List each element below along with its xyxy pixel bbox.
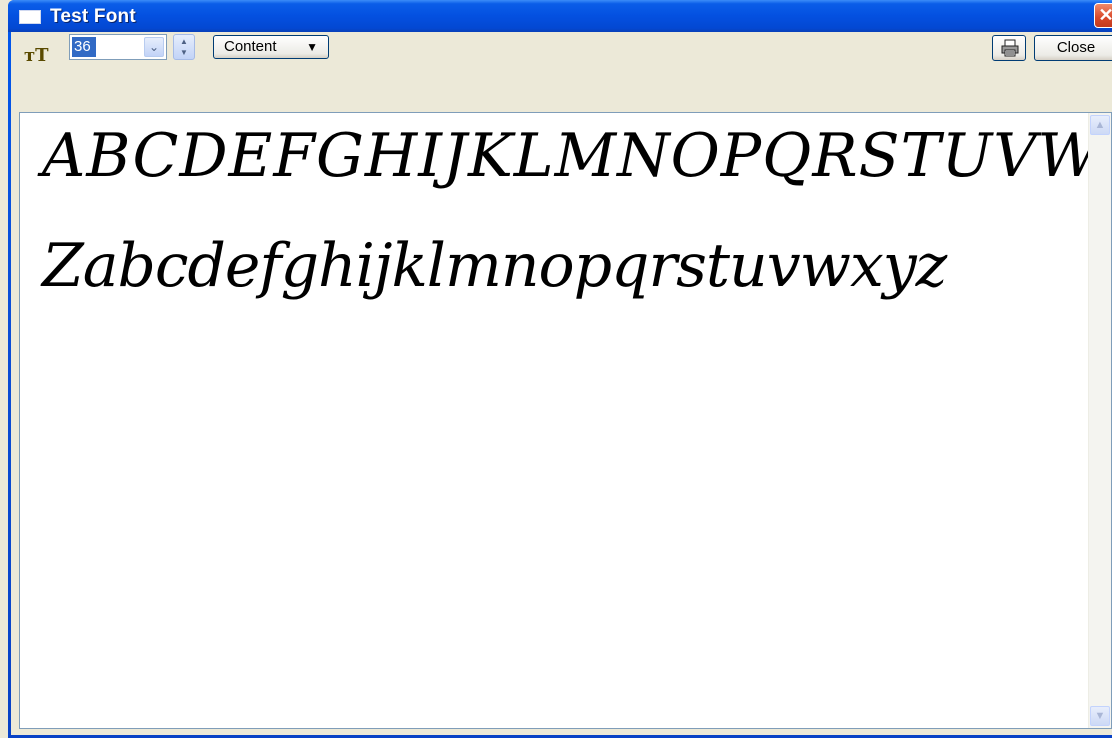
- content-label: Content: [224, 38, 277, 55]
- window-title: Test Font: [50, 6, 136, 27]
- font-size-combo[interactable]: 36 ⌄: [69, 34, 167, 60]
- scroll-up-icon[interactable]: ▲: [1090, 115, 1110, 135]
- sample-lowercase-line: Zabcdefghijklmnopqrstuvwxyz: [42, 231, 947, 301]
- dialog-client: ᴛT 36 ⌄ ▲ ▼ Content ▼ Close ABCDEFGHIJKL…: [11, 32, 1112, 735]
- toolbar: ᴛT 36 ⌄ ▲ ▼ Content ▼ Close: [11, 32, 1112, 78]
- font-size-spinner[interactable]: ▲ ▼: [173, 34, 195, 60]
- print-button[interactable]: [992, 35, 1026, 61]
- sample-uppercase-line: ABCDEFGHIJKLMNOPQRSTUVWXY: [42, 121, 1112, 191]
- font-size-icon: ᴛT: [24, 45, 49, 66]
- font-size-input[interactable]: 36: [72, 37, 96, 57]
- vertical-scrollbar[interactable]: ▲ ▼: [1088, 113, 1111, 728]
- title-close-button[interactable]: ✕: [1094, 3, 1112, 28]
- chevron-down-icon[interactable]: ⌄: [144, 37, 164, 57]
- close-button[interactable]: Close: [1034, 35, 1112, 61]
- printer-icon: [1001, 39, 1019, 57]
- window-icon: [19, 10, 41, 24]
- spinner-up-icon[interactable]: ▲: [174, 36, 194, 47]
- test-font-window: Test Font ✕ ᴛT 36 ⌄ ▲ ▼ Content ▼ Close …: [8, 0, 1112, 738]
- dropdown-arrow-icon: ▼: [306, 40, 318, 54]
- content-dropdown-button[interactable]: Content ▼: [213, 35, 329, 59]
- scroll-down-icon[interactable]: ▼: [1090, 706, 1110, 726]
- font-preview-area[interactable]: ABCDEFGHIJKLMNOPQRSTUVWXY Zabcdefghijklm…: [19, 112, 1112, 729]
- spinner-down-icon[interactable]: ▼: [174, 47, 194, 58]
- title-bar[interactable]: Test Font ✕: [8, 0, 1112, 32]
